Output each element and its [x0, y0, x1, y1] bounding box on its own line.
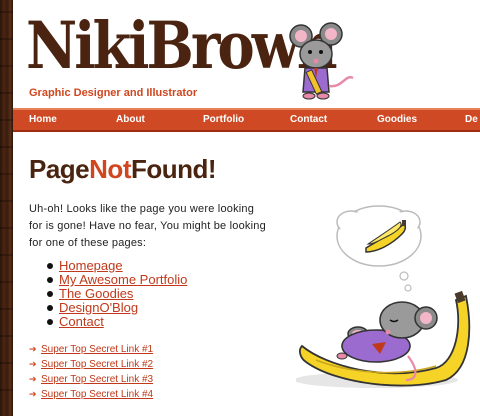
arrow-right-icon: ➔ — [29, 359, 37, 369]
list-item: ➔ Super Top Secret Link #2 — [29, 357, 153, 372]
page-title: PageNotFound! — [29, 154, 217, 185]
nav-goodies[interactable]: Goodies — [377, 114, 417, 125]
banana-thought-bubble-icon — [336, 205, 422, 292]
nav-portfolio[interactable]: Portfolio — [203, 114, 244, 125]
main-nav: Home About Portfolio Contact Goodies De — [13, 108, 480, 132]
site-logo[interactable]: NikiBrown Graphic Designer and Illustrat… — [26, 14, 338, 99]
mouse-sleeping-on-banana-icon — [296, 205, 471, 388]
secret-link-3[interactable]: Super Top Secret Link #3 — [41, 374, 153, 385]
suggested-pages-list: Homepage My Awesome Portfolio The Goodie… — [47, 259, 187, 329]
intro-text: Uh-oh! Looks like the page you were look… — [29, 203, 266, 249]
link-portfolio[interactable]: My Awesome Portfolio — [59, 272, 187, 287]
arrow-right-icon: ➔ — [29, 389, 37, 399]
nav-about[interactable]: About — [116, 114, 145, 125]
list-item: ➔ Super Top Secret Link #1 — [29, 342, 153, 357]
nav-contact[interactable]: Contact — [290, 114, 327, 125]
mouse-with-pencil-icon — [289, 22, 354, 100]
secret-link-4[interactable]: Super Top Secret Link #4 — [41, 389, 153, 400]
nav-home[interactable]: Home — [29, 114, 57, 125]
link-blog[interactable]: DesignO'Blog — [59, 300, 138, 315]
list-item: Contact — [47, 315, 187, 329]
list-item: Homepage — [47, 259, 187, 273]
list-item: ➔ Super Top Secret Link #4 — [29, 387, 153, 402]
secret-link-2[interactable]: Super Top Secret Link #2 — [41, 359, 153, 370]
list-item: ➔ Super Top Secret Link #3 — [29, 372, 153, 387]
logo-tagline: Graphic Designer and Illustrator — [29, 87, 198, 99]
link-contact[interactable]: Contact — [59, 314, 104, 329]
link-homepage[interactable]: Homepage — [59, 258, 123, 273]
secret-links-list: ➔ Super Top Secret Link #1 ➔ Super Top Sec… — [29, 342, 153, 402]
nav-design-blog[interactable]: De — [465, 114, 478, 125]
list-item: DesignO'Blog — [47, 301, 187, 315]
title-part-not: Not — [89, 154, 131, 184]
link-goodies[interactable]: The Goodies — [59, 286, 133, 301]
title-part-page: Page — [29, 154, 90, 184]
list-item: The Goodies — [47, 287, 187, 301]
arrow-right-icon: ➔ — [29, 374, 37, 384]
arrow-right-icon: ➔ — [29, 344, 37, 354]
secret-link-1[interactable]: Super Top Secret Link #1 — [41, 344, 153, 355]
list-item: My Awesome Portfolio — [47, 273, 187, 287]
title-part-found: Found! — [130, 154, 217, 184]
wood-background-strip — [0, 0, 13, 416]
